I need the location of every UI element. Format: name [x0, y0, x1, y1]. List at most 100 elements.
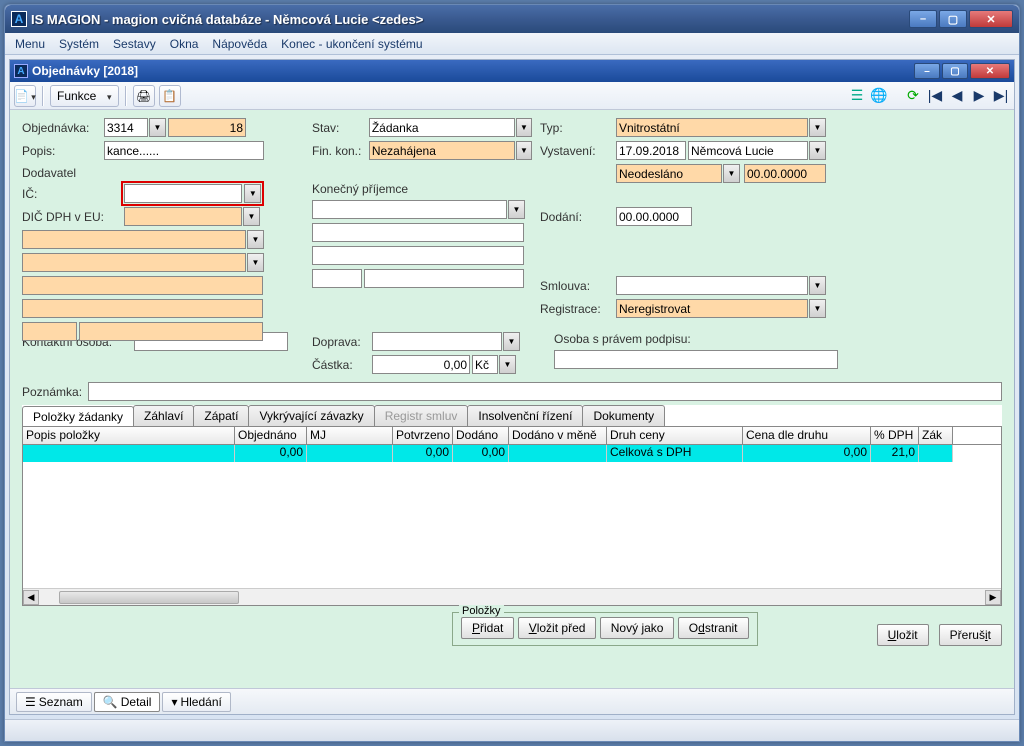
smlouva-dropdown[interactable]: ▼: [809, 276, 826, 295]
menu-menu[interactable]: Menu: [9, 35, 51, 53]
btab-detail[interactable]: 🔍Detail: [94, 692, 161, 712]
vlozit-button[interactable]: Vložit před: [518, 617, 597, 639]
pridat-button[interactable]: Přidat: [461, 617, 514, 639]
gh-mj[interactable]: MJ: [307, 427, 393, 444]
dodavatel-line1-dropdown[interactable]: ▼: [247, 230, 264, 249]
cell-dodano-mene[interactable]: [509, 445, 607, 462]
diceu-dropdown[interactable]: ▼: [243, 207, 260, 226]
registrace-dropdown[interactable]: ▼: [809, 299, 826, 318]
odeslano-date-input[interactable]: [744, 164, 826, 183]
cell-potvrzeno[interactable]: 0,00: [393, 445, 453, 462]
child-close-button[interactable]: ✕: [970, 63, 1010, 79]
menu-konec[interactable]: Konec - ukončení systému: [275, 35, 428, 53]
castka-input[interactable]: [372, 355, 470, 374]
doc-icon[interactable]: 📋: [159, 85, 181, 107]
osoba-podpis-input[interactable]: [554, 350, 838, 369]
tab-vykryvajici[interactable]: Vykrývající závazky: [248, 405, 374, 426]
dodavatel-line4[interactable]: [22, 299, 263, 318]
tab-zapati[interactable]: Zápatí: [193, 405, 249, 426]
btab-hledani[interactable]: ▾Hledání: [162, 692, 230, 712]
maximize-button[interactable]: ▢: [939, 10, 967, 28]
cell-dodano[interactable]: 0,00: [453, 445, 509, 462]
cell-zak[interactable]: [919, 445, 953, 462]
cell-cena[interactable]: 0,00: [743, 445, 871, 462]
funkce-button[interactable]: Funkce: [50, 85, 119, 107]
dodavatel-line3[interactable]: [22, 276, 263, 295]
popis-input[interactable]: [104, 141, 264, 160]
odeslano-dropdown[interactable]: ▼: [723, 164, 740, 183]
menu-system[interactable]: Systém: [53, 35, 105, 53]
odeslano-input[interactable]: [616, 164, 722, 183]
items-grid[interactable]: Popis položky Objednáno MJ Potvrzeno Dod…: [22, 426, 1002, 606]
refresh-icon[interactable]: ⟳: [904, 87, 922, 105]
nav-prev-icon[interactable]: ◀: [948, 87, 966, 105]
tab-dokumenty[interactable]: Dokumenty: [582, 405, 665, 426]
menu-sestavy[interactable]: Sestavy: [107, 35, 162, 53]
objednavka-dropdown[interactable]: ▼: [149, 118, 166, 137]
menu-okna[interactable]: Okna: [164, 35, 205, 53]
list-icon[interactable]: ☰: [848, 87, 866, 105]
nav-last-icon[interactable]: ▶|: [992, 87, 1010, 105]
finkon-dropdown[interactable]: ▼: [516, 141, 532, 160]
tab-registr-smluv[interactable]: Registr smluv: [374, 405, 469, 426]
dodani-input[interactable]: [616, 207, 692, 226]
gh-objednano[interactable]: Objednáno: [235, 427, 307, 444]
prijemce-line3[interactable]: [312, 246, 524, 265]
diceu-input[interactable]: [124, 207, 242, 226]
gh-cena[interactable]: Cena dle druhu: [743, 427, 871, 444]
minimize-button[interactable]: –: [909, 10, 937, 28]
prijemce-line2[interactable]: [312, 223, 524, 242]
child-maximize-button[interactable]: ▢: [942, 63, 968, 79]
close-button[interactable]: ✕: [969, 10, 1013, 28]
odstranit-button[interactable]: Odstranit: [678, 617, 749, 639]
stav-dropdown[interactable]: ▼: [516, 118, 532, 137]
tab-zahlavi[interactable]: Záhlaví: [133, 405, 194, 426]
vystaveni-date-input[interactable]: [616, 141, 686, 160]
dodavatel-line2-dropdown[interactable]: ▼: [247, 253, 264, 272]
typ-dropdown[interactable]: ▼: [809, 118, 826, 137]
grid-row[interactable]: 0,00 0,00 0,00 Celková s DPH 0,00 21,0: [23, 445, 1001, 462]
nav-next-icon[interactable]: ▶: [970, 87, 988, 105]
prerusit-button[interactable]: Přerušit: [939, 624, 1002, 646]
novy-button[interactable]: Nový jako: [600, 617, 675, 639]
gh-dodano[interactable]: Dodáno: [453, 427, 509, 444]
grid-scrollbar[interactable]: ◀ ▶: [23, 588, 1001, 605]
registrace-input[interactable]: [616, 299, 808, 318]
menu-napoveda[interactable]: Nápověda: [206, 35, 273, 53]
prijemce-mesto[interactable]: [364, 269, 524, 288]
scroll-right-icon[interactable]: ▶: [985, 590, 1001, 605]
gh-dodano-mene[interactable]: Dodáno v měně: [509, 427, 607, 444]
prijemce-line1[interactable]: [312, 200, 507, 219]
objednavka-num-input[interactable]: [104, 118, 148, 137]
vystaveni-dropdown[interactable]: ▼: [809, 141, 826, 160]
stav-input[interactable]: [369, 118, 515, 137]
print-icon[interactable]: 🖨: [133, 85, 155, 107]
nav-first-icon[interactable]: |◀: [926, 87, 944, 105]
dodavatel-psc[interactable]: [22, 322, 77, 341]
vystaveni-name-input[interactable]: [688, 141, 808, 160]
gh-potvrzeno[interactable]: Potvrzeno: [393, 427, 453, 444]
cell-objednano[interactable]: 0,00: [235, 445, 307, 462]
gh-zak[interactable]: Zák: [919, 427, 953, 444]
prijemce-psc[interactable]: [312, 269, 362, 288]
typ-input[interactable]: [616, 118, 808, 137]
mena-dropdown[interactable]: ▼: [499, 355, 516, 374]
objednavka-sub-input[interactable]: [168, 118, 246, 137]
tab-polozky-zadanky[interactable]: Položky žádanky: [22, 406, 134, 427]
btab-seznam[interactable]: ☰Seznam: [16, 692, 92, 712]
toolbar-main-icon[interactable]: 📄: [14, 85, 36, 107]
child-minimize-button[interactable]: –: [914, 63, 940, 79]
ico-dropdown[interactable]: ▼: [244, 184, 261, 203]
cell-mj[interactable]: [307, 445, 393, 462]
ico-input[interactable]: [124, 184, 242, 203]
dodavatel-line2[interactable]: [22, 253, 246, 272]
smlouva-input[interactable]: [616, 276, 808, 295]
finkon-input[interactable]: [369, 141, 515, 160]
ulozit-button[interactable]: Uložit: [877, 624, 929, 646]
poznamka-input[interactable]: [88, 382, 1002, 401]
dodavatel-line1[interactable]: [22, 230, 246, 249]
gh-druh-ceny[interactable]: Druh ceny: [607, 427, 743, 444]
mena-input[interactable]: [472, 355, 498, 374]
prijemce-dropdown[interactable]: ▼: [508, 200, 525, 219]
tab-insolvencni[interactable]: Insolvenční řízení: [467, 405, 583, 426]
